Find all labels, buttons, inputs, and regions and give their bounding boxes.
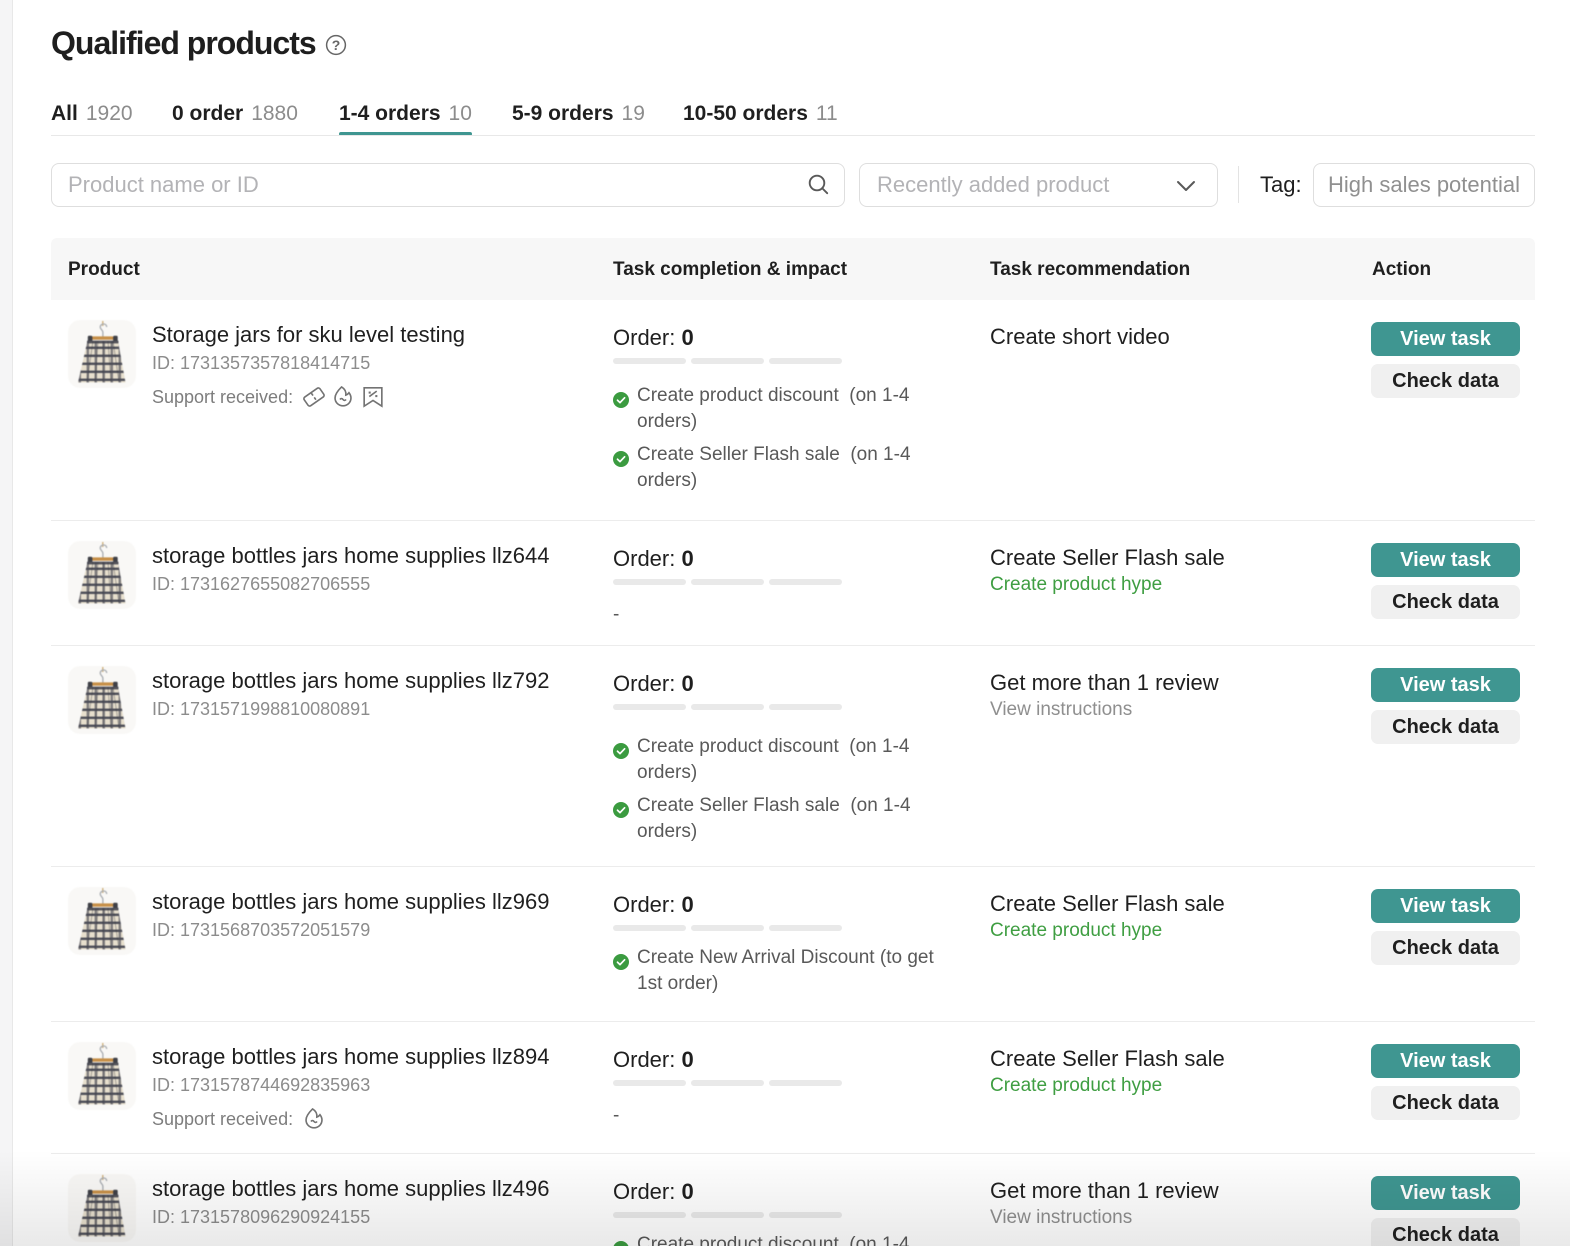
svg-text:?: ? [332,37,341,53]
